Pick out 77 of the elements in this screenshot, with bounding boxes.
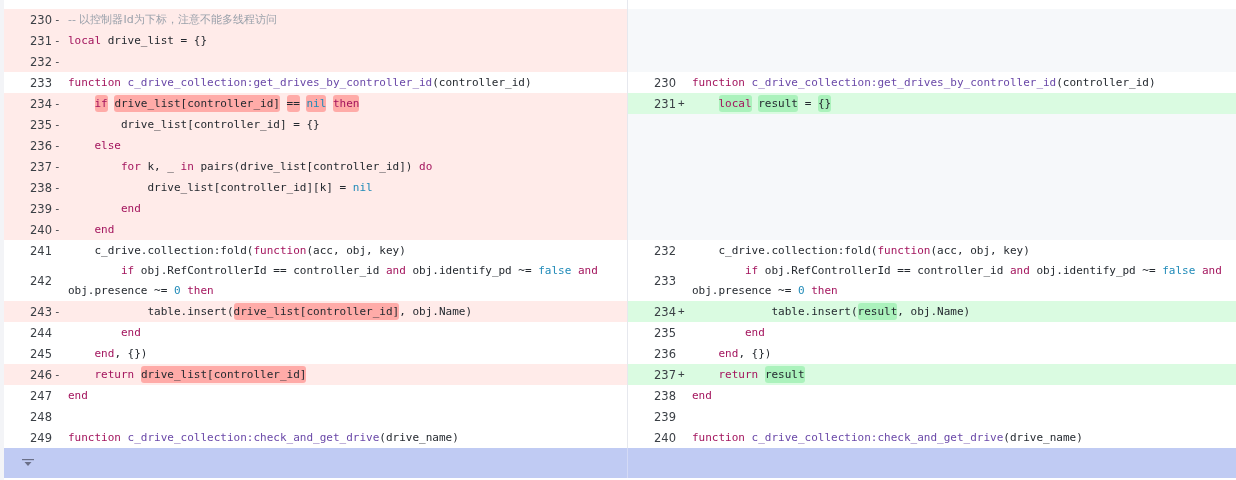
change-sign: -: [54, 118, 61, 131]
line-number: 240: [29, 222, 52, 237]
line-number: 236: [29, 138, 52, 153]
change-sign: -: [54, 305, 61, 318]
line-number: 248: [29, 409, 52, 424]
code-text: local result = {}: [717, 93, 833, 114]
line-number: 231: [653, 96, 676, 111]
line-number: 235: [29, 117, 52, 132]
code-text: if drive_list[controller_id] == nil then: [93, 93, 361, 114]
code-text: c_drive.collection:fold(function(acc, obj, key): [717, 242, 1031, 259]
change-sign: -: [54, 13, 61, 26]
code-text: drive_list[controller_id][k] = nil: [146, 179, 374, 196]
line-number: 233: [29, 75, 52, 90]
code-text: end: [68, 387, 89, 404]
change-sign: -: [54, 34, 61, 47]
code-text: table.insert(result, obj.Name): [770, 301, 972, 322]
code-text: end: [93, 221, 116, 238]
line-number: 231: [29, 33, 52, 48]
line-number: 245: [29, 346, 52, 361]
code-text: end: [120, 324, 142, 341]
code-text: table.insert(drive_list[controller_id], obj.Name): [146, 301, 473, 322]
change-sign: +: [678, 305, 685, 318]
code-text: function c_drive_collection:get_drives_by_controller_id(controller_id): [692, 74, 1157, 91]
code-text: function c_drive_collection:get_drives_by_controller_id(controller_id): [68, 74, 533, 91]
line-number: 235: [653, 325, 676, 340]
change-sign: +: [678, 97, 685, 110]
code-text: for k, _ in pairs(drive_list[controller_id]) do: [120, 158, 434, 175]
expand-button[interactable]: [4, 448, 628, 478]
code-text: function c_drive_collection:check_and_get_drive(drive_name): [68, 429, 460, 446]
line-number: 230: [653, 75, 676, 90]
line-number: 244: [29, 325, 52, 340]
line-number: 237: [653, 367, 676, 382]
line-number: 246: [29, 367, 52, 382]
line-number: 236: [653, 346, 676, 361]
change-sign: -: [54, 139, 61, 152]
code-text: end: [744, 324, 766, 341]
code-text: if obj.RefControllerId == controller_id and obj.identify_pd ~= false and obj.presence ~= 0 then: [692, 263, 1223, 299]
code-text: return result: [717, 364, 806, 385]
change-sign: -: [54, 97, 61, 110]
line-number: 232: [653, 243, 676, 258]
line-number: 241: [29, 243, 52, 258]
code-text: local drive_list = {}: [68, 32, 209, 49]
change-sign: -: [54, 202, 61, 215]
line-number: 239: [653, 409, 676, 424]
code-text: -- 以控制器Id为下标，注意不能多线程访问: [68, 11, 278, 28]
line-number: 234: [29, 96, 52, 111]
change-sign: -: [54, 181, 61, 194]
line-number: 247: [29, 388, 52, 403]
code-text: else: [93, 137, 122, 154]
code-text: function c_drive_collection:check_and_get_drive(drive_name): [692, 429, 1084, 446]
code-text: c_drive.collection:fold(function(acc, obj, key): [93, 242, 407, 259]
change-sign: -: [54, 368, 61, 381]
change-sign: +: [678, 368, 685, 381]
line-number: 230: [29, 12, 52, 27]
expand-bar[interactable]: [628, 448, 1236, 478]
code-text: end: [120, 200, 142, 217]
code-text: if obj.RefControllerId == controller_id and obj.identify_pd ~= false and obj.presence ~= 0 then: [68, 263, 599, 299]
line-number: 238: [653, 388, 676, 403]
change-sign: -: [54, 223, 61, 236]
code-text: return drive_list[controller_id]: [93, 364, 308, 385]
line-number: 237: [29, 159, 52, 174]
code-text: end, {}): [717, 345, 773, 362]
line-number: 243: [29, 304, 52, 319]
line-number: 233: [653, 274, 676, 288]
line-number: 232: [29, 54, 52, 69]
line-number: 238: [29, 180, 52, 195]
line-number: 249: [29, 430, 52, 445]
code-text: end: [692, 387, 713, 404]
code-text: end, {}): [93, 345, 149, 362]
change-sign: -: [54, 55, 61, 68]
line-number: 239: [29, 201, 52, 216]
line-number: 242: [29, 274, 52, 288]
line-number: 240: [653, 430, 676, 445]
change-sign: -: [54, 160, 61, 173]
line-number: 234: [653, 304, 676, 319]
expand-icon: [22, 459, 34, 467]
code-text: drive_list[controller_id] = {}: [120, 116, 321, 133]
